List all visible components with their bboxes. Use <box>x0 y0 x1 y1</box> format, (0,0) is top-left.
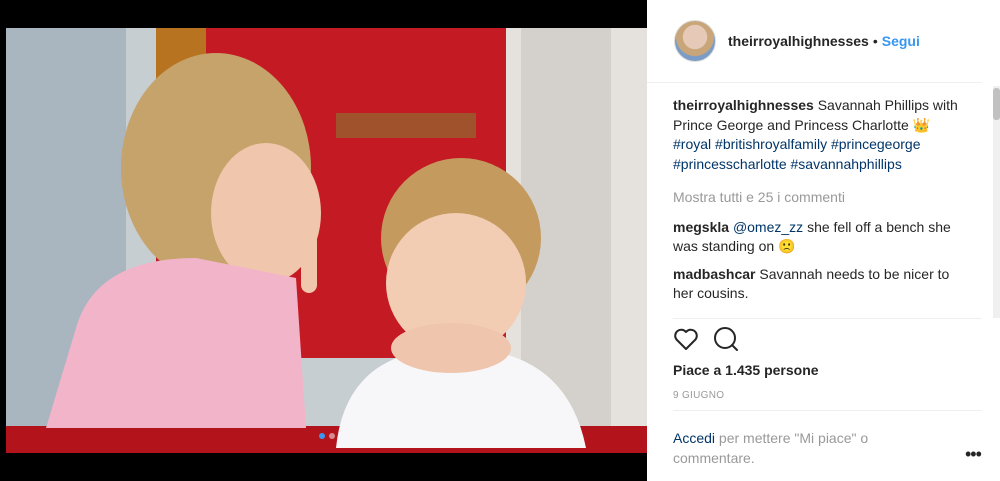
comments-scrollbar[interactable] <box>993 86 1000 318</box>
caption: theirroyalhighnesses Savannah Phillips w… <box>673 96 969 174</box>
post-photo[interactable] <box>6 28 647 453</box>
hashtag-link[interactable]: #britishroyalfamily <box>715 136 827 152</box>
post-header: theirroyalhighnesses • Segui <box>647 0 982 83</box>
hashtag-link[interactable]: #savannahphillips <box>791 156 902 172</box>
divider <box>673 410 982 411</box>
view-all-comments-link[interactable]: Mostra tutti e 25 i commenti <box>673 188 969 208</box>
scrollbar-thumb[interactable] <box>993 88 1000 120</box>
post-actions <box>673 326 739 356</box>
post-date[interactable]: 9 GIUGNO <box>673 390 724 401</box>
comment-item: megskla @omez_zz she fell off a bench sh… <box>673 218 969 257</box>
post-sidebar: theirroyalhighnesses • Segui theirroyalh… <box>647 0 1000 481</box>
carousel-dot-active <box>318 433 325 439</box>
divider <box>673 318 982 319</box>
login-link[interactable]: Accedi <box>673 430 715 446</box>
hashtag-link[interactable]: #princesscharlotte <box>673 156 787 172</box>
carousel-indicator <box>6 433 647 439</box>
login-prompt: Accedi per mettere "Mi piace" o commenta… <box>673 428 923 468</box>
comment-item: madbashcar Savannah needs to be nicer to… <box>673 265 969 304</box>
likes-count[interactable]: Piace a 1.435 persone <box>673 362 819 378</box>
comment-icon[interactable] <box>713 326 739 357</box>
caption-username[interactable]: theirroyalhighnesses <box>673 97 814 113</box>
comment-mention[interactable]: @omez_zz <box>733 219 803 235</box>
hashtag-link[interactable]: #royal <box>673 136 711 152</box>
carousel-dot <box>328 433 335 439</box>
username-link[interactable]: theirroyalhighnesses <box>728 33 869 49</box>
comments-list: theirroyalhighnesses Savannah Phillips w… <box>673 96 969 314</box>
photo-illustration <box>6 28 647 453</box>
heart-icon[interactable] <box>673 327 699 356</box>
comment-username[interactable]: madbashcar <box>673 266 755 282</box>
follow-button[interactable]: Segui <box>882 33 920 49</box>
avatar[interactable] <box>674 20 716 62</box>
hashtag-link[interactable]: #princegeorge <box>831 136 921 152</box>
post-media[interactable] <box>0 0 647 481</box>
more-options-icon[interactable]: ••• <box>965 444 982 465</box>
header-separator: • <box>872 33 878 49</box>
comment-username[interactable]: megskla <box>673 219 729 235</box>
